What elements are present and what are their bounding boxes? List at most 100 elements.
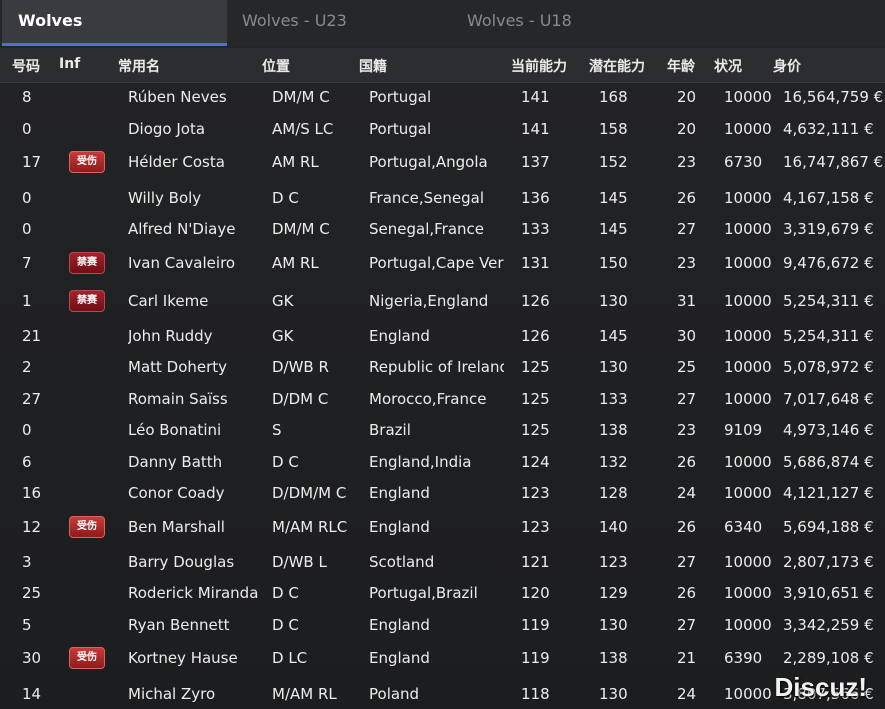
player-potential-ability: 129 xyxy=(599,584,628,602)
player-current-ability: 123 xyxy=(521,518,550,536)
player-age: 20 xyxy=(677,120,697,138)
player-condition: 10000 xyxy=(724,254,772,272)
column-header-condition[interactable]: 状况 xyxy=(714,56,742,76)
table-row[interactable]: 2 Matt Doherty D/WB R Republic of Ireland 12… xyxy=(0,352,885,383)
squad-view: Wolves Wolves - U23 Wolves - U18 号码 Inf … xyxy=(0,0,885,709)
injured-badge[interactable]: 受伤 xyxy=(69,647,105,669)
column-header-age[interactable]: 年龄 xyxy=(667,56,695,76)
banned-badge[interactable]: 禁赛 xyxy=(69,290,105,312)
column-header-name[interactable]: 常用名 xyxy=(118,56,160,76)
column-header-inf[interactable]: Inf xyxy=(59,56,80,72)
player-value: 16,747,867 € xyxy=(783,153,883,171)
player-potential-ability: 130 xyxy=(599,358,628,376)
player-number: 7 xyxy=(22,254,32,272)
table-row[interactable]: 12 受伤 Ben Marshall M/AM RLC England 123 140 26 6… xyxy=(0,512,885,543)
player-value: 16,564,759 € xyxy=(783,88,883,106)
table-row[interactable]: 27 Romain Saïss D/DM C Morocco,France 125 133… xyxy=(0,384,885,415)
player-potential-ability: 128 xyxy=(599,484,628,502)
table-row[interactable]: 14 Michal Zyro M/AM RL Poland 118 130 24 10000 3… xyxy=(0,679,885,709)
column-header-position[interactable]: 位置 xyxy=(262,56,290,76)
player-condition: 6340 xyxy=(724,518,763,536)
player-potential-ability: 138 xyxy=(599,649,628,667)
player-potential-ability: 145 xyxy=(599,220,628,238)
player-position: D/WB L xyxy=(272,553,327,571)
table-row[interactable]: 25 Roderick Miranda D C Portugal,Brazil 120 1… xyxy=(0,578,885,609)
player-number: 30 xyxy=(22,649,42,667)
player-age: 20 xyxy=(677,88,697,106)
player-position: M/AM RLC xyxy=(272,518,348,536)
player-number: 3 xyxy=(22,553,32,571)
player-current-ability: 125 xyxy=(521,421,550,439)
player-position: DM/M C xyxy=(272,88,330,106)
banned-badge[interactable]: 禁赛 xyxy=(69,252,105,274)
table-row[interactable]: 0 Alfred N'Diaye DM/M C Senegal,France 133 14… xyxy=(0,214,885,245)
player-current-ability: 120 xyxy=(521,584,550,602)
player-value: 4,167,158 € xyxy=(783,189,874,207)
column-header-nationality[interactable]: 国籍 xyxy=(359,56,387,76)
player-number: 12 xyxy=(22,518,42,536)
table-row[interactable]: 8 Rúben Neves DM/M C Portugal 141 168 20 10000 1… xyxy=(0,82,885,113)
player-value: 2,807,173 € xyxy=(783,553,874,571)
player-potential-ability: 145 xyxy=(599,189,628,207)
player-potential-ability: 130 xyxy=(599,292,628,310)
player-info: 受伤 xyxy=(69,646,107,669)
player-nationality: Scotland xyxy=(369,553,435,571)
table-row[interactable]: 0 Léo Bonatini S Brazil 125 138 23 9109 4,973,14… xyxy=(0,415,885,446)
player-name: Léo Bonatini xyxy=(128,421,222,439)
table-row[interactable]: 1 禁赛 Carl Ikeme GK Nigeria,England 126 130 31 10… xyxy=(0,286,885,317)
player-value: 4,121,127 € xyxy=(783,484,874,502)
player-age: 26 xyxy=(677,518,697,536)
player-name: Kortney Hause xyxy=(128,649,238,667)
table-row[interactable]: 0 Willy Boly D C France,Senegal 136 145 26 1000… xyxy=(0,183,885,214)
player-name: Rúben Neves xyxy=(128,88,227,106)
player-info: 受伤 xyxy=(69,150,107,173)
player-condition: 10000 xyxy=(724,453,772,471)
injured-badge[interactable]: 受伤 xyxy=(69,151,105,173)
table-row[interactable]: 7 禁赛 Ivan Cavaleiro AM RL Portugal,Cape Verd… xyxy=(0,248,885,279)
player-potential-ability: 133 xyxy=(599,390,628,408)
player-position: D/DM C xyxy=(272,390,329,408)
player-name: Conor Coady xyxy=(128,484,225,502)
tab-wolves-u18[interactable]: Wolves - U18 xyxy=(451,0,676,44)
player-value: 3,319,679 € xyxy=(783,220,874,238)
player-age: 23 xyxy=(677,421,697,439)
player-nationality: Senegal,France xyxy=(369,220,485,238)
column-header-value[interactable]: 身价 xyxy=(773,56,801,76)
table-row[interactable]: 16 Conor Coady D/DM/M C England 123 128 24 1000… xyxy=(0,478,885,509)
tab-wolves[interactable]: Wolves xyxy=(2,0,227,46)
player-value: 7,017,648 € xyxy=(783,390,874,408)
player-condition: 10000 xyxy=(724,220,772,238)
table-row[interactable]: 17 受伤 Hélder Costa AM RL Portugal,Angola 137 1… xyxy=(0,147,885,178)
table-row[interactable]: 21 John Ruddy GK England 126 145 30 10000 5,254,… xyxy=(0,321,885,352)
player-age: 27 xyxy=(677,616,697,634)
player-name: Michal Zyro xyxy=(128,685,216,703)
tab-wolves-u23[interactable]: Wolves - U23 xyxy=(226,0,451,44)
player-value: 5,254,311 € xyxy=(783,327,874,345)
column-header-number[interactable]: 号码 xyxy=(12,56,40,76)
player-number: 0 xyxy=(22,421,32,439)
table-row[interactable]: 6 Danny Batth D C England,India 124 132 26 1000… xyxy=(0,447,885,478)
table-row[interactable]: 5 Ryan Bennett D C England 119 130 27 10000 3,34… xyxy=(0,610,885,641)
player-condition: 10000 xyxy=(724,88,772,106)
player-number: 14 xyxy=(22,685,42,703)
player-number: 25 xyxy=(22,584,42,602)
tab-bar: Wolves Wolves - U23 Wolves - U18 xyxy=(0,0,885,46)
player-condition: 10000 xyxy=(724,189,772,207)
player-value: 4,632,111 € xyxy=(783,120,874,138)
player-current-ability: 137 xyxy=(521,153,550,171)
player-info: 禁赛 xyxy=(69,251,107,274)
player-name: Matt Doherty xyxy=(128,358,228,376)
player-condition: 9109 xyxy=(724,421,763,439)
table-row[interactable]: 30 受伤 Kortney Hause D LC England 119 138 21 6390… xyxy=(0,643,885,674)
player-value: 5,254,311 € xyxy=(783,292,874,310)
table-row[interactable]: 0 Diogo Jota AM/S LC Portugal 141 158 20 10000 4… xyxy=(0,114,885,145)
player-number: 21 xyxy=(22,327,42,345)
player-position: AM RL xyxy=(272,254,319,272)
player-potential-ability: 138 xyxy=(599,421,628,439)
injured-badge[interactable]: 受伤 xyxy=(69,516,105,538)
column-header-potential-ability[interactable]: 潜在能力 xyxy=(589,56,645,76)
table-row[interactable]: 3 Barry Douglas D/WB L Scotland 121 123 27 1000… xyxy=(0,547,885,578)
column-header-current-ability[interactable]: 当前能力 xyxy=(511,56,567,76)
player-number: 8 xyxy=(22,88,32,106)
player-name: Ben Marshall xyxy=(128,518,225,536)
